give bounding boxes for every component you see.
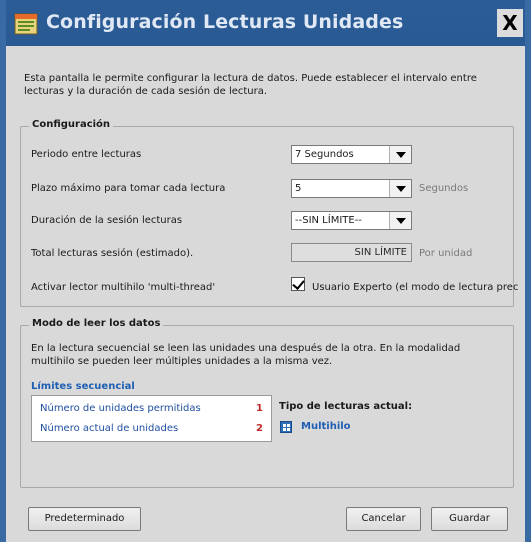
read-mode-group: Modo de leer los datos En la lectura sec… — [20, 318, 514, 488]
total-readings-label: Total lecturas sesión (estimado). — [31, 248, 194, 259]
max-time-value: 5 — [295, 183, 302, 194]
current-units-value: 2 — [256, 423, 263, 434]
chevron-down-icon[interactable] — [389, 212, 411, 229]
cancel-button[interactable]: Cancelar — [346, 507, 421, 531]
save-button[interactable]: Guardar — [431, 507, 508, 531]
chevron-down-icon[interactable] — [389, 146, 411, 163]
chevron-down-icon[interactable] — [389, 180, 411, 197]
period-select[interactable]: 7 Segundos — [291, 145, 412, 164]
allowed-units-value: 1 — [256, 403, 263, 414]
window-title: Configuración Lecturas Unidades — [46, 11, 404, 33]
current-type-value: Multihilo — [301, 421, 351, 432]
config-legend: Configuración — [29, 119, 114, 130]
multithread-icon — [280, 421, 292, 433]
read-mode-description: En la lectura secuencial se leen las uni… — [31, 343, 461, 367]
expert-user-label: Usuario Experto (el modo de lectura prec — [312, 282, 519, 293]
period-label: Periodo entre lecturas — [31, 149, 142, 160]
read-mode-legend: Modo de leer los datos — [29, 318, 164, 329]
session-duration-select[interactable]: --SIN LÍMITE-- — [291, 211, 412, 230]
session-duration-label: Duración de la sesión lecturas — [31, 215, 183, 226]
session-duration-value: --SIN LÍMITE-- — [295, 215, 362, 226]
expert-user-checkbox[interactable] — [291, 277, 305, 291]
app-icon — [14, 13, 38, 35]
total-readings-value: SIN LÍMITE — [291, 243, 412, 262]
total-readings-unit: Por unidad — [419, 248, 473, 259]
current-units-label: Número actual de unidades — [40, 423, 179, 434]
max-time-select[interactable]: 5 — [291, 179, 412, 198]
title-bar[interactable]: Configuración Lecturas Unidades X — [6, 0, 525, 46]
config-group: Configuración Periodo entre lecturas 7 S… — [20, 119, 518, 307]
max-time-unit: Segundos — [419, 183, 469, 194]
sequential-limits-title: Límites secuencial — [31, 381, 135, 392]
sequential-limits-box: Número de unidades permitidas 1 Número a… — [31, 395, 272, 442]
dialog-window: Configuración Lecturas Unidades X Esta p… — [0, 0, 531, 542]
default-button[interactable]: Predeterminado — [28, 507, 141, 531]
close-button[interactable]: X — [497, 9, 523, 37]
limits-row-current: Número actual de unidades 2 — [40, 423, 263, 437]
current-type-title: Tipo de lecturas actual: — [279, 401, 413, 412]
period-value: 7 Segundos — [295, 149, 354, 160]
max-time-label: Plazo máximo para tomar cada lectura — [31, 183, 226, 194]
multithread-label: Activar lector multihilo 'multi-thread' — [31, 282, 216, 293]
intro-text: Esta pantalla le permite configurar la l… — [24, 73, 477, 97]
limits-row-allowed: Número de unidades permitidas 1 — [40, 403, 263, 417]
dialog-content: Esta pantalla le permite configurar la l… — [6, 46, 525, 542]
allowed-units-label: Número de unidades permitidas — [40, 403, 201, 414]
